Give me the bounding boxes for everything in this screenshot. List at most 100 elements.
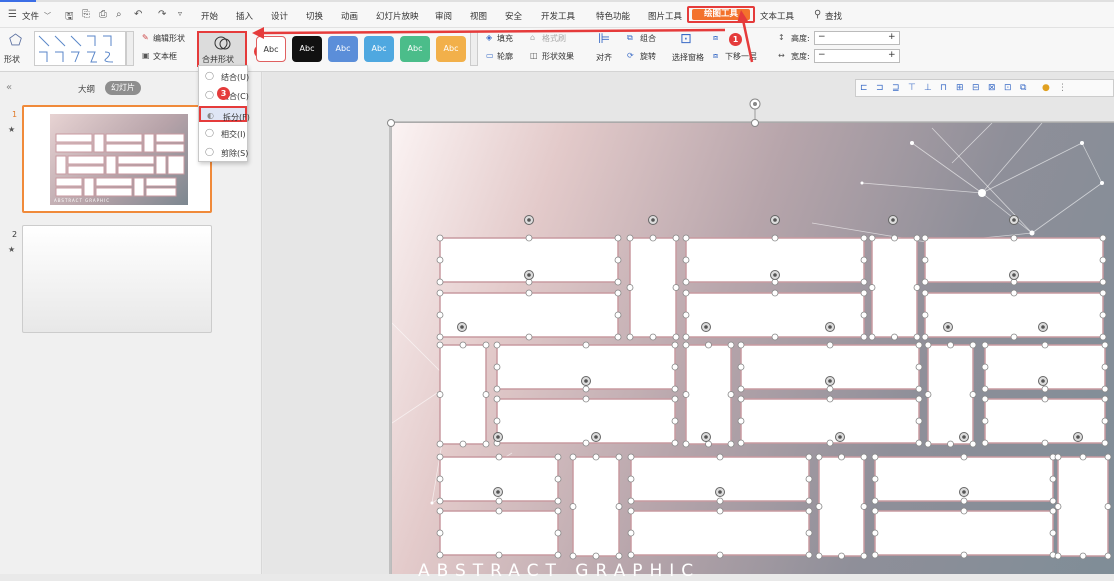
resize-handle[interactable]	[961, 508, 967, 514]
resize-handle[interactable]	[816, 553, 822, 559]
resize-handle[interactable]	[982, 342, 988, 348]
resize-handle[interactable]	[728, 392, 734, 398]
resize-handle[interactable]	[717, 508, 723, 514]
resize-handle[interactable]	[872, 498, 878, 504]
resize-handle[interactable]	[738, 364, 744, 370]
resize-handle[interactable]	[628, 498, 634, 504]
tile-shape[interactable]	[985, 399, 1105, 443]
tile-shape[interactable]	[928, 345, 973, 444]
resize-handle[interactable]	[922, 312, 928, 318]
frame-top-handle[interactable]	[752, 120, 759, 127]
resize-handle[interactable]	[615, 235, 621, 241]
resize-handle[interactable]	[683, 235, 689, 241]
resize-handle[interactable]	[861, 334, 867, 340]
resize-handle[interactable]	[437, 454, 443, 460]
resize-handle[interactable]	[1042, 342, 1048, 348]
resize-handle[interactable]	[616, 504, 622, 510]
tile-shape[interactable]	[686, 345, 731, 444]
resize-handle[interactable]	[683, 279, 689, 285]
resize-handle[interactable]	[806, 454, 812, 460]
resize-handle[interactable]	[861, 504, 867, 510]
resize-handle[interactable]	[628, 508, 634, 514]
resize-handle[interactable]	[437, 312, 443, 318]
resize-handle[interactable]	[570, 553, 576, 559]
resize-handle[interactable]	[728, 342, 734, 348]
resize-handle[interactable]	[1080, 454, 1086, 460]
resize-handle[interactable]	[861, 553, 867, 559]
resize-handle[interactable]	[616, 553, 622, 559]
tile-shape[interactable]	[497, 399, 675, 443]
tile-shape[interactable]	[686, 293, 864, 337]
resize-handle[interactable]	[672, 396, 678, 402]
resize-handle[interactable]	[496, 498, 502, 504]
resize-handle[interactable]	[683, 342, 689, 348]
resize-handle[interactable]	[496, 508, 502, 514]
resize-handle[interactable]	[1042, 440, 1048, 446]
tile-shape[interactable]	[440, 511, 558, 555]
resize-handle[interactable]	[627, 334, 633, 340]
resize-handle[interactable]	[615, 257, 621, 263]
resize-handle[interactable]	[982, 440, 988, 446]
resize-handle[interactable]	[982, 418, 988, 424]
resize-handle[interactable]	[922, 290, 928, 296]
resize-handle[interactable]	[437, 290, 443, 296]
resize-handle[interactable]	[628, 476, 634, 482]
resize-handle[interactable]	[1050, 530, 1056, 536]
resize-handle[interactable]	[683, 312, 689, 318]
resize-handle[interactable]	[555, 454, 561, 460]
tile-shape[interactable]	[872, 238, 917, 337]
resize-handle[interactable]	[628, 530, 634, 536]
resize-handle[interactable]	[916, 440, 922, 446]
resize-handle[interactable]	[496, 552, 502, 558]
resize-handle[interactable]	[1102, 364, 1108, 370]
resize-handle[interactable]	[869, 285, 875, 291]
resize-handle[interactable]	[1042, 396, 1048, 402]
resize-handle[interactable]	[1102, 418, 1108, 424]
resize-handle[interactable]	[1102, 440, 1108, 446]
resize-handle[interactable]	[583, 386, 589, 392]
resize-handle[interactable]	[683, 257, 689, 263]
resize-handle[interactable]	[922, 235, 928, 241]
resize-handle[interactable]	[615, 279, 621, 285]
resize-handle[interactable]	[672, 342, 678, 348]
resize-handle[interactable]	[494, 386, 500, 392]
resize-handle[interactable]	[772, 290, 778, 296]
resize-handle[interactable]	[1080, 553, 1086, 559]
resize-handle[interactable]	[494, 342, 500, 348]
resize-handle[interactable]	[437, 530, 443, 536]
resize-handle[interactable]	[1055, 553, 1061, 559]
resize-handle[interactable]	[925, 441, 931, 447]
resize-handle[interactable]	[483, 441, 489, 447]
resize-handle[interactable]	[1100, 235, 1106, 241]
resize-handle[interactable]	[673, 235, 679, 241]
resize-handle[interactable]	[555, 552, 561, 558]
resize-handle[interactable]	[869, 235, 875, 241]
resize-handle[interactable]	[922, 257, 928, 263]
resize-handle[interactable]	[839, 454, 845, 460]
resize-handle[interactable]	[494, 418, 500, 424]
resize-handle[interactable]	[437, 235, 443, 241]
resize-handle[interactable]	[1105, 454, 1111, 460]
resize-handle[interactable]	[1011, 235, 1017, 241]
resize-handle[interactable]	[460, 441, 466, 447]
resize-handle[interactable]	[583, 342, 589, 348]
resize-handle[interactable]	[827, 342, 833, 348]
resize-handle[interactable]	[1100, 290, 1106, 296]
resize-handle[interactable]	[555, 476, 561, 482]
resize-handle[interactable]	[1102, 396, 1108, 402]
resize-handle[interactable]	[916, 342, 922, 348]
resize-handle[interactable]	[922, 334, 928, 340]
resize-handle[interactable]	[827, 396, 833, 402]
tile-shape[interactable]	[875, 511, 1053, 555]
resize-handle[interactable]	[872, 552, 878, 558]
resize-handle[interactable]	[892, 235, 898, 241]
resize-handle[interactable]	[615, 290, 621, 296]
resize-handle[interactable]	[673, 285, 679, 291]
resize-handle[interactable]	[1055, 454, 1061, 460]
resize-handle[interactable]	[961, 552, 967, 558]
resize-handle[interactable]	[738, 418, 744, 424]
resize-handle[interactable]	[1050, 476, 1056, 482]
resize-handle[interactable]	[437, 342, 443, 348]
resize-handle[interactable]	[1050, 498, 1056, 504]
resize-handle[interactable]	[738, 396, 744, 402]
